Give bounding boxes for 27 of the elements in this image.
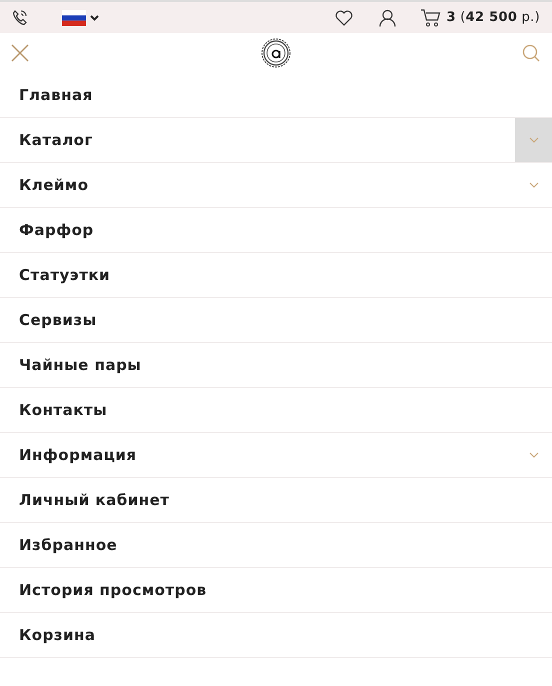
chevron-icon <box>528 137 538 143</box>
menu-item[interactable]: Корзина <box>19 624 96 646</box>
cart-summary: 3 (42 500 р.) <box>446 8 540 27</box>
menu-item[interactable]: Чайные пары <box>19 354 142 376</box>
russian-flag-icon <box>62 10 86 26</box>
heart-icon[interactable] <box>335 10 354 26</box>
menu-item[interactable]: Фарфор <box>19 218 94 242</box>
menu-item[interactable]: Избранное <box>19 534 118 556</box>
menu-item[interactable]: Личный кабинет <box>19 488 170 512</box>
language-selector[interactable] <box>62 10 99 26</box>
phone-icon[interactable] <box>12 8 28 26</box>
close-icon[interactable] <box>10 43 30 63</box>
caret-icon <box>90 14 99 20</box>
chevron-icon <box>528 182 538 188</box>
menu-item[interactable]: История просмотров <box>19 578 207 602</box>
menu-item[interactable]: Клеймо <box>19 174 88 196</box>
menu-item[interactable]: Сервизы <box>19 308 97 332</box>
menu-item[interactable]: Информация <box>19 444 136 466</box>
menu-item[interactable]: Главная <box>19 84 93 106</box>
menu-item[interactable]: Каталог <box>19 128 93 152</box>
menu-item[interactable]: Статуэтки <box>19 264 110 286</box>
cart-icon <box>420 8 442 26</box>
chevron-icon <box>528 452 538 458</box>
logo-icon[interactable] <box>261 38 291 68</box>
cart-link[interactable]: 3 (42 500 р.) <box>420 8 540 28</box>
user-icon[interactable] <box>379 8 396 26</box>
menu-item[interactable]: Контакты <box>19 398 108 422</box>
